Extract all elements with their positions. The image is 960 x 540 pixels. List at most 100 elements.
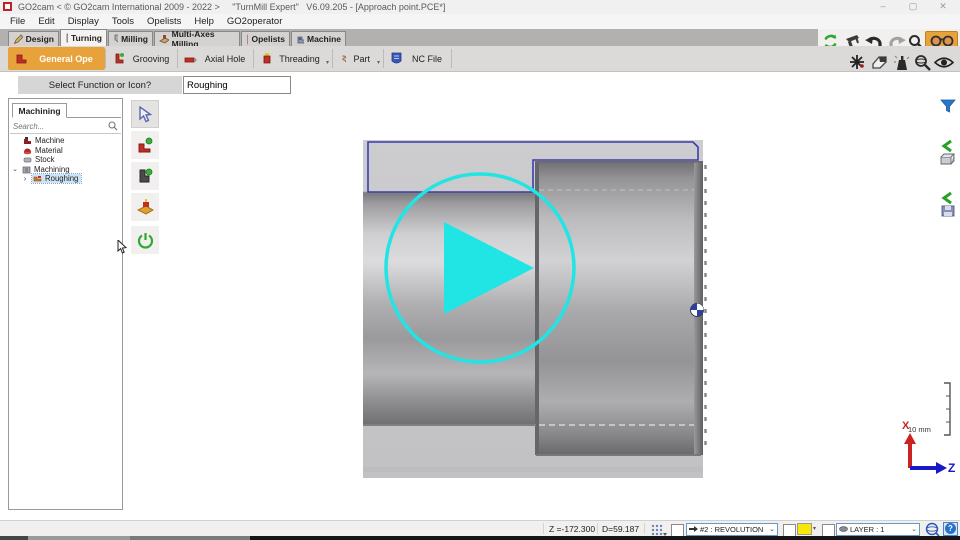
menu-opelists[interactable]: Opelists [147, 16, 181, 27]
reference-point-marker [691, 304, 704, 317]
geometry-checkbox[interactable] [671, 524, 684, 537]
layer-select[interactable]: LAYER : 1 ⌄ [836, 523, 920, 536]
status-bar: Z =-172.300 D=59.187 #2 : REVOLUTION ⌄ ▾… [0, 520, 960, 536]
help-button[interactable]: ? [943, 522, 958, 536]
part-icon [340, 52, 348, 66]
ribbon-button-threading[interactable]: Threading [254, 47, 326, 70]
panel-tab-baseline [67, 117, 121, 118]
menu-bar: File Edit Display Tools Opelists Help GO… [0, 14, 960, 29]
multi-axes-icon [159, 34, 169, 45]
tab-design[interactable]: Design [8, 31, 59, 46]
clean-duster-icon[interactable] [893, 54, 911, 71]
eraser-icon[interactable] [871, 55, 888, 69]
viewport-3d[interactable] [355, 133, 715, 485]
tab-turning[interactable]: Turning [60, 29, 107, 46]
revolution-icon [689, 525, 698, 533]
machine-icon [296, 34, 304, 45]
roughing-node-icon [33, 174, 42, 183]
roughing-selected-row[interactable]: Roughing [32, 174, 81, 183]
eye-icon[interactable] [934, 56, 954, 69]
tree-item-material[interactable]: Material [11, 146, 121, 156]
tool-holder-icon [136, 167, 154, 185]
help-icon: ? [945, 523, 956, 534]
status-d-coordinate: D=59.187 [602, 524, 639, 534]
opelists-icon [246, 34, 248, 45]
status-z-coordinate: Z =-172.300 [549, 524, 595, 534]
add-tool-button[interactable] [131, 131, 159, 159]
threading-dropdown-icon[interactable]: ▾ [326, 59, 329, 66]
pencil-icon [13, 34, 23, 45]
mouse-cursor [117, 240, 127, 254]
color-swatch[interactable] [797, 523, 812, 535]
ribbon-button-nc-file[interactable]: NC File [384, 47, 452, 70]
expander-open-icon[interactable]: ⌄ [11, 165, 19, 173]
prompt-label: Select Function or Icon? [49, 80, 151, 91]
menu-file[interactable]: File [10, 16, 25, 27]
part-cylinder-right [536, 161, 696, 455]
zoom-sphere-icon[interactable] [914, 54, 931, 71]
search-input[interactable] [10, 121, 108, 132]
grooving-icon [112, 52, 126, 66]
search-row [10, 119, 121, 134]
save-disk-icon[interactable] [941, 205, 955, 217]
ribbon-button-part[interactable]: Part [334, 47, 376, 70]
general-ope-icon [14, 52, 28, 66]
minimize-button[interactable]: – [872, 1, 894, 11]
ribbon-button-grooving[interactable]: Grooving [106, 47, 177, 70]
tree-item-stock[interactable]: Stock [11, 155, 121, 165]
panel-tab-machining[interactable]: Machining [12, 103, 67, 118]
select-tool-button[interactable] [131, 100, 159, 128]
menu-edit[interactable]: Edit [38, 16, 54, 27]
power-icon [137, 232, 154, 249]
stock-box-icon[interactable] [940, 153, 955, 165]
maximize-button[interactable]: ▢ [902, 1, 924, 12]
prompt-input[interactable] [183, 76, 291, 94]
ribbon-button-axial-hole[interactable]: Axial Hole [178, 47, 253, 70]
menu-help[interactable]: Help [194, 16, 214, 27]
machine-axes-icon[interactable] [848, 54, 866, 70]
cursor-arrow-icon [137, 106, 154, 123]
tab-milling[interactable]: Milling [108, 31, 153, 46]
threading-icon [260, 52, 274, 66]
power-button[interactable] [131, 226, 159, 254]
color-checkbox[interactable] [783, 524, 796, 537]
layer-select-chevron-icon: ⌄ [911, 525, 917, 533]
filter-icon[interactable] [940, 99, 956, 113]
tool-holder-button[interactable] [131, 162, 159, 190]
grid-snap-icon[interactable] [650, 523, 668, 536]
expander-closed-icon[interactable]: › [21, 174, 29, 183]
machine-node-icon [23, 136, 32, 145]
tree-item-machine[interactable]: Machine [11, 136, 121, 146]
layer-checkbox[interactable] [822, 524, 835, 537]
tool-add-icon [136, 136, 154, 154]
tree-item-machining[interactable]: ⌄ Machining [11, 165, 121, 175]
turret-button[interactable] [131, 193, 159, 221]
window-title: GO2cam < © GO2cam International 2009 - 2… [18, 2, 445, 12]
tab-opelists[interactable]: Opelists [241, 31, 290, 46]
menu-tools[interactable]: Tools [112, 16, 134, 27]
turning-tool-icon [65, 33, 68, 44]
axis-x-label: X [902, 420, 909, 432]
tab-machine[interactable]: Machine [291, 31, 346, 46]
color-swatch-dropdown-icon[interactable]: ▾ [813, 525, 816, 532]
search-icon[interactable] [108, 121, 118, 131]
application-window: GO2cam < © GO2cam International 2009 - 2… [0, 0, 960, 540]
collapse-left-top-icon[interactable] [941, 140, 954, 152]
ribbon-button-general-ope[interactable]: General Ope [8, 47, 105, 70]
part-dropdown-icon[interactable]: ▾ [377, 59, 380, 66]
layer-icon [839, 525, 848, 533]
tree-item-roughing[interactable]: › Roughing [11, 174, 121, 184]
turret-icon [136, 198, 155, 216]
geometry-select-chevron-icon: ⌄ [769, 525, 775, 533]
app-logo-icon [3, 2, 12, 11]
milling-tool-icon [113, 34, 118, 45]
globe-rotate-icon[interactable] [925, 522, 940, 537]
menu-display[interactable]: Display [68, 16, 99, 27]
tab-multi-axes-milling[interactable]: Multi-Axes Milling [154, 31, 240, 46]
menu-go2operator[interactable]: GO2operator [227, 16, 282, 27]
geometry-select[interactable]: #2 : REVOLUTION ⌄ [686, 523, 778, 536]
part-step-edge [535, 161, 539, 455]
close-button[interactable]: ✕ [932, 1, 954, 12]
collapse-left-bottom-icon[interactable] [941, 192, 954, 204]
machining-panel: Machining Machine Material Stock ⌄ M [8, 98, 123, 510]
